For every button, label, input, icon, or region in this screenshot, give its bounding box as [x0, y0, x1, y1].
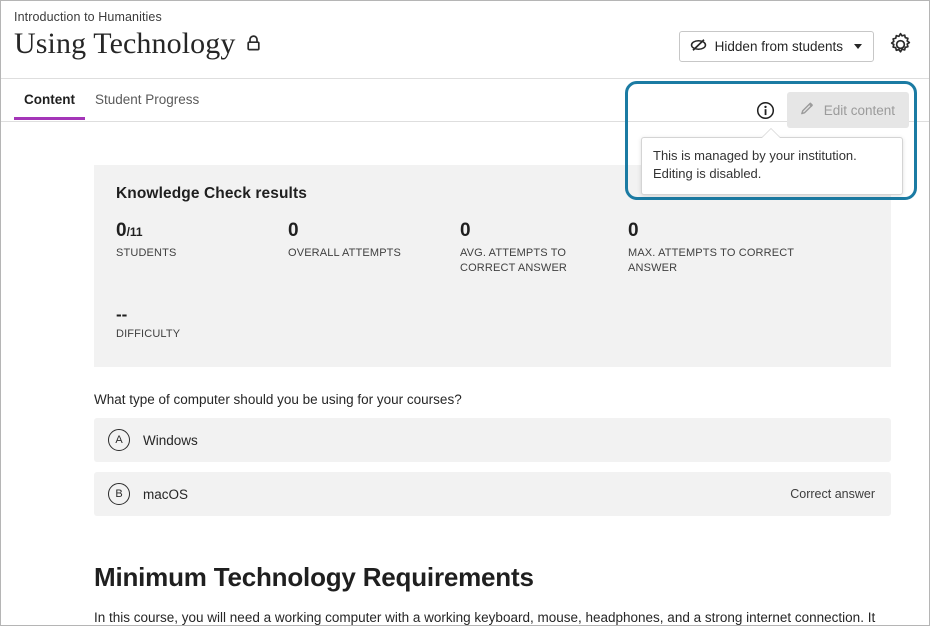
document-title: Minimum Technology Requirements	[94, 562, 891, 593]
visibility-label: Hidden from students	[715, 39, 843, 54]
stat-difficulty-label: DIFFICULTY	[116, 327, 869, 342]
stats-grid: 0/11 STUDENTS 0 OVERALL ATTEMPTS 0 AVG. …	[116, 221, 869, 276]
tooltip-line-2: Editing is disabled.	[653, 165, 891, 183]
stat-students-label: STUDENTS	[116, 246, 274, 261]
document-section: Minimum Technology Requirements In this …	[94, 562, 891, 626]
stat-overall-attempts: 0 OVERALL ATTEMPTS	[288, 221, 460, 276]
settings-gear-button[interactable]	[886, 30, 915, 62]
option-letter-badge: A	[108, 429, 130, 451]
header-actions: Hidden from students	[679, 30, 915, 62]
knowledge-check-card: Knowledge Check results 0/11 STUDENTS 0 …	[94, 165, 891, 367]
content-page-window: Introduction to Humanities Using Technol…	[0, 0, 930, 626]
gear-icon	[888, 32, 913, 60]
main-content: Knowledge Check results 0/11 STUDENTS 0 …	[1, 165, 929, 626]
tooltip-arrow	[761, 129, 781, 139]
info-circle-icon[interactable]	[756, 101, 775, 120]
chevron-down-icon	[854, 44, 862, 49]
stat-max-attempts-label: MAX. ATTEMPTS TO CORRECT ANSWER	[628, 246, 794, 276]
answer-option-a[interactable]: A Windows	[94, 418, 891, 462]
pencil-icon	[799, 100, 816, 120]
tab-student-progress[interactable]: Student Progress	[85, 79, 209, 119]
option-correct-label: Correct answer	[790, 487, 875, 501]
stat-students: 0/11 STUDENTS	[116, 221, 288, 276]
edit-content-label: Edit content	[824, 103, 895, 118]
document-body: In this course, you will need a working …	[94, 607, 876, 626]
stat-avg-attempts: 0 AVG. ATTEMPTS TO CORRECT ANSWER	[460, 221, 628, 276]
content-column: Knowledge Check results 0/11 STUDENTS 0 …	[94, 165, 891, 626]
option-letter-badge: B	[108, 483, 130, 505]
stat-avg-attempts-label: AVG. ATTEMPTS TO CORRECT ANSWER	[460, 246, 614, 276]
document-text-part1: In this course, you will need a working …	[94, 610, 875, 626]
edit-content-button[interactable]: Edit content	[787, 92, 909, 128]
stat-difficulty-value: --	[116, 306, 869, 323]
question-prompt: What type of computer should you be usin…	[94, 392, 891, 407]
institution-managed-tooltip: This is managed by your institution. Edi…	[641, 137, 903, 195]
question-block: What type of computer should you be usin…	[94, 392, 891, 516]
tab-content[interactable]: Content	[14, 79, 85, 119]
stat-students-denominator: /11	[127, 225, 143, 239]
stat-overall-attempts-value: 0	[288, 221, 446, 242]
stat-max-attempts: 0 MAX. ATTEMPTS TO CORRECT ANSWER	[628, 221, 808, 276]
stat-difficulty: -- DIFFICULTY	[116, 306, 869, 342]
option-text: Windows	[143, 433, 198, 448]
tooltip-line-1: This is managed by your institution.	[653, 147, 891, 165]
visibility-dropdown[interactable]: Hidden from students	[679, 31, 874, 62]
eye-slash-icon	[690, 38, 707, 55]
page-header: Introduction to Humanities Using Technol…	[1, 1, 929, 79]
stat-overall-attempts-label: OVERALL ATTEMPTS	[288, 246, 446, 261]
edit-content-row: Edit content	[756, 92, 909, 128]
stat-max-attempts-value: 0	[628, 221, 794, 242]
option-text: macOS	[143, 487, 188, 502]
page-title: Using Technology	[14, 27, 235, 60]
lock-icon	[246, 35, 261, 52]
answer-option-b[interactable]: B macOS Correct answer	[94, 472, 891, 516]
stat-students-value: 0/11	[116, 221, 274, 242]
breadcrumb[interactable]: Introduction to Humanities	[14, 10, 913, 24]
stat-students-number: 0	[116, 220, 127, 241]
stat-avg-attempts-value: 0	[460, 221, 614, 242]
